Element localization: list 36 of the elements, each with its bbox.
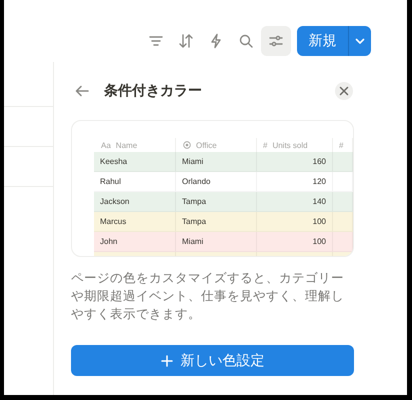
close-button[interactable] bbox=[335, 82, 353, 100]
table-cell: 160 bbox=[312, 157, 326, 166]
table-cell: 140 bbox=[312, 197, 326, 206]
dropdown-button[interactable] bbox=[348, 26, 371, 56]
close-icon bbox=[339, 86, 349, 96]
table-cell: Jackson bbox=[100, 197, 130, 206]
column-type-icon: # bbox=[339, 140, 344, 150]
new-button[interactable]: 新規 bbox=[297, 26, 348, 56]
sort-arrows-icon bbox=[178, 33, 194, 49]
search-icon bbox=[238, 33, 254, 49]
select-icon bbox=[183, 141, 191, 149]
table-cell: 120 bbox=[312, 177, 326, 186]
table-cell: Miami bbox=[182, 237, 204, 246]
back-arrow-icon bbox=[74, 83, 90, 99]
table-cell: Tampa bbox=[182, 197, 206, 206]
table-cell: 100 bbox=[312, 217, 326, 226]
table-cell: John bbox=[100, 237, 118, 246]
table-cell: Keesha bbox=[100, 157, 128, 166]
add-color-button[interactable]: 新しい色設定 bbox=[71, 345, 354, 376]
column-header: Units sold bbox=[272, 140, 308, 150]
back-button[interactable] bbox=[74, 83, 90, 99]
column-header: Office bbox=[196, 140, 217, 150]
table-cell: Rahul bbox=[100, 177, 121, 186]
column-type-icon: # bbox=[263, 140, 268, 150]
description-text: ページの色をカスタマイズすると、カテゴリーや期限超過イベント、仕事を見やすく、理解しやすく表示できます。 bbox=[71, 269, 345, 323]
column-header: Name bbox=[116, 140, 138, 150]
plus-icon bbox=[160, 354, 172, 366]
table-cell: 100 bbox=[312, 237, 326, 246]
table-cell: Orlando bbox=[182, 177, 210, 186]
column-type-icon: Aa bbox=[101, 140, 111, 150]
sliders-icon bbox=[268, 33, 284, 49]
table-cell: Tampa bbox=[182, 217, 206, 226]
settings-button[interactable] bbox=[261, 26, 291, 56]
panel-title: 条件付きカラー bbox=[104, 82, 203, 100]
table-cell: Marcus bbox=[100, 217, 126, 226]
table-cell: Miami bbox=[182, 157, 204, 166]
